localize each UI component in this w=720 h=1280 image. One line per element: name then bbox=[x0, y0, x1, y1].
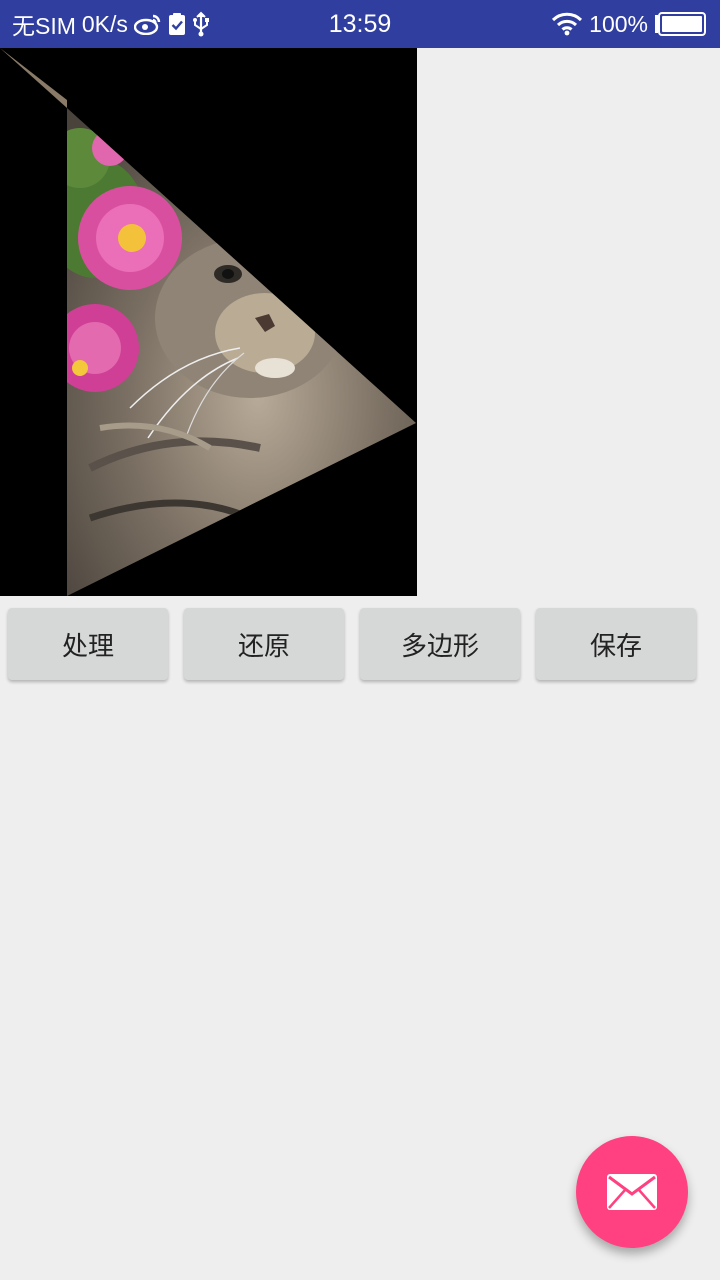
battery-percent: 100% bbox=[589, 10, 648, 37]
polygon-button[interactable]: 多边形 bbox=[360, 608, 520, 680]
status-bar-right: 100% bbox=[551, 0, 706, 48]
process-button[interactable]: 处理 bbox=[8, 608, 168, 680]
mail-icon bbox=[606, 1173, 658, 1211]
cat-photo-triangle bbox=[0, 48, 417, 596]
battery-icon bbox=[654, 12, 706, 36]
mail-fab-button[interactable] bbox=[576, 1136, 688, 1248]
flower bbox=[78, 186, 182, 290]
processed-image-view bbox=[0, 48, 417, 596]
action-button-row: 处理 还原 多边形 保存 bbox=[0, 606, 720, 682]
wifi-icon bbox=[551, 12, 583, 36]
status-bar: 无SIM 0K/s 13:59 100% bbox=[0, 0, 720, 48]
restore-button[interactable]: 还原 bbox=[184, 608, 344, 680]
save-button[interactable]: 保存 bbox=[536, 608, 696, 680]
status-time: 13:59 bbox=[328, 9, 392, 38]
